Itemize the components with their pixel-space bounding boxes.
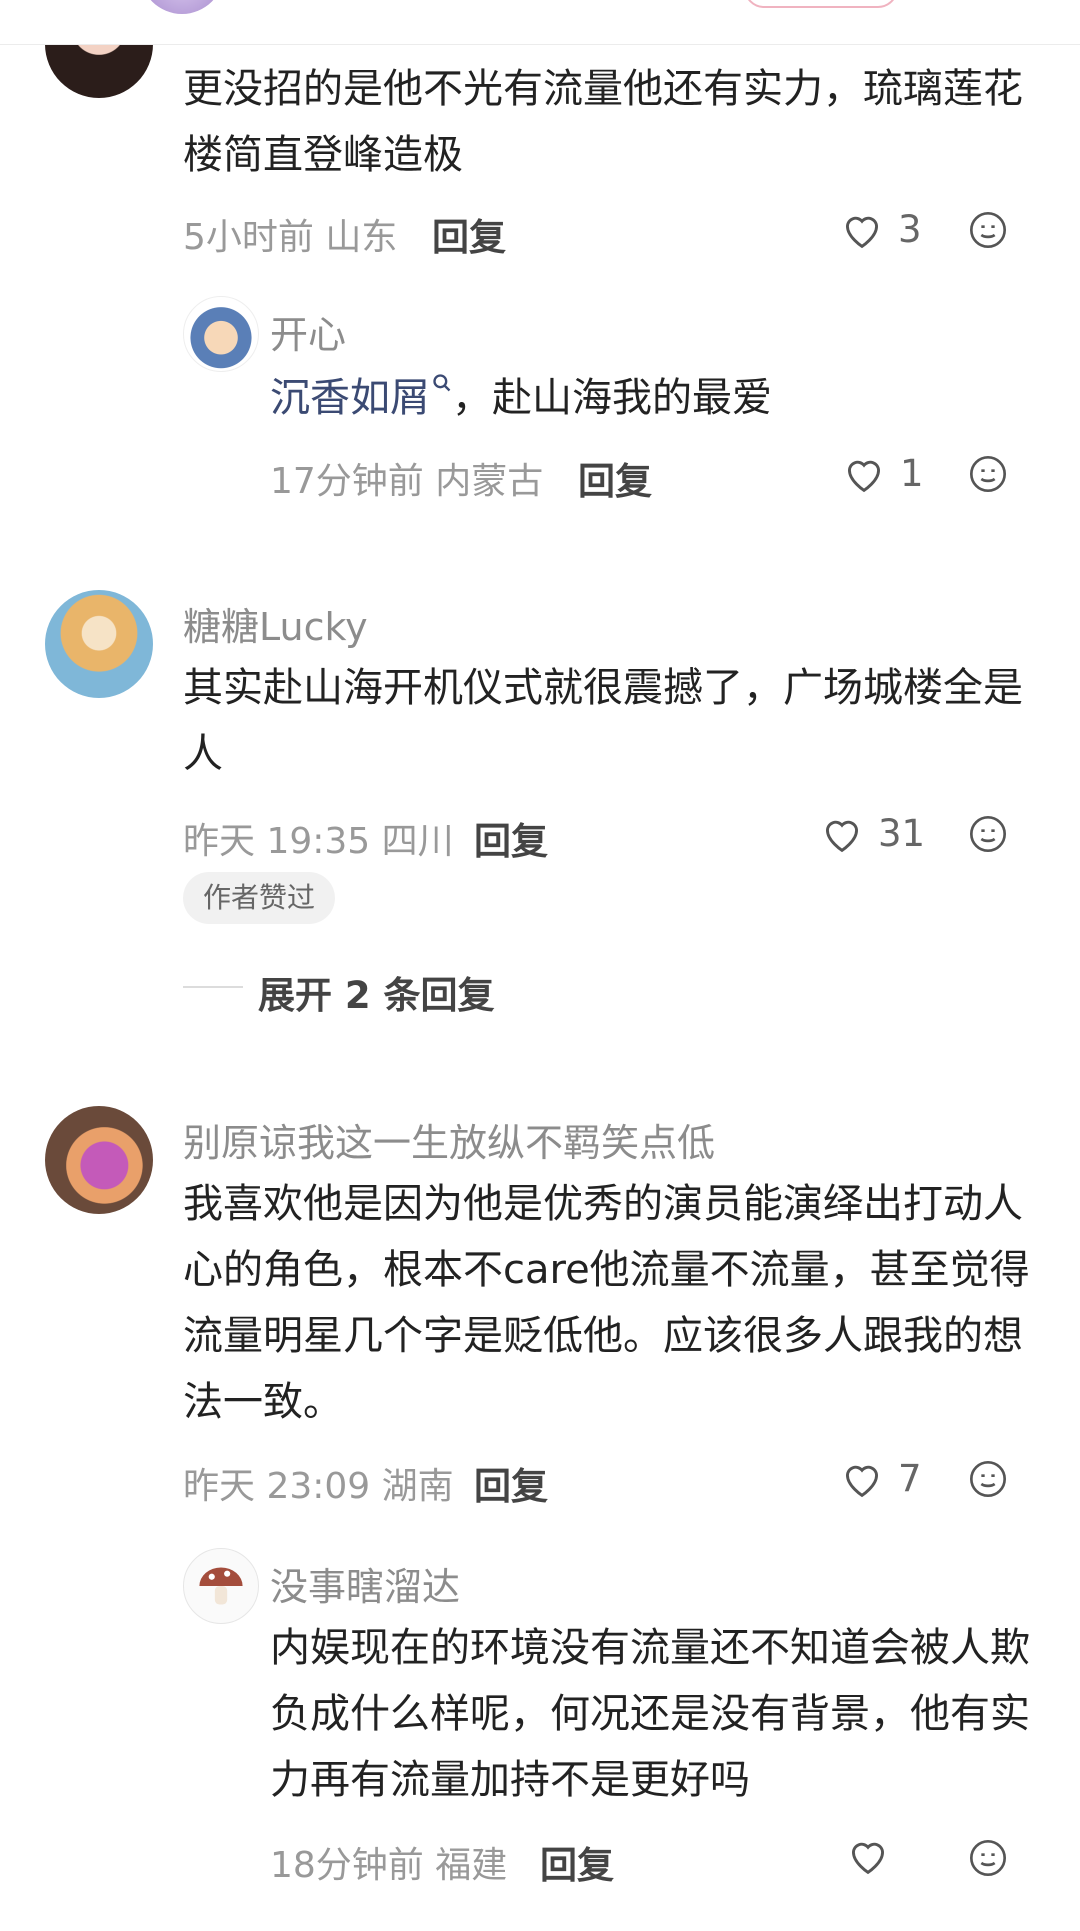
reply-button[interactable]: 回复	[432, 207, 506, 261]
like-button[interactable]: 31	[820, 812, 925, 855]
expand-divider	[183, 986, 243, 988]
heart-outline-icon	[851, 1842, 885, 1875]
mushroom-icon	[199, 1567, 243, 1605]
comment-time: 昨天 19:35 四川	[183, 821, 454, 862]
reply-avatar[interactable]	[183, 1548, 259, 1624]
like-button[interactable]: 3	[840, 208, 922, 251]
comment-author[interactable]: 别原谅我这一生放纵不羁笑点低	[183, 1112, 715, 1167]
like-button[interactable]	[846, 1836, 890, 1876]
search-icon	[433, 374, 451, 392]
reply-button[interactable]: 回复	[540, 1835, 614, 1889]
comment-text: 更没招的是他不光有流量他还有实力，琉璃莲花楼简直登峰造极	[183, 66, 1023, 178]
top-header-partial	[0, 0, 1080, 45]
expand-replies-button[interactable]: 展开 2 条回复	[258, 965, 495, 1019]
reply-time: 18分钟前 福建	[270, 1845, 508, 1886]
like-count: 7	[898, 1457, 922, 1500]
reply-text: 沉香如屑 ，赴山海我的最爱	[270, 365, 1030, 431]
smile-face-icon[interactable]	[968, 1838, 1008, 1878]
top-avatar[interactable]	[140, 0, 224, 14]
comment-text: 我喜欢他是因为他是优秀的演员能演绎出打动人心的角色，根本不care他流量不流量，…	[183, 1181, 1030, 1425]
comment-text: 其实赴山海开机仪式就很震撼了，广场城楼全是人	[183, 665, 1023, 777]
reply-time: 17分钟前 内蒙古	[270, 461, 544, 502]
reply-button[interactable]: 回复	[474, 1456, 548, 1510]
reply-button[interactable]: 回复	[578, 451, 652, 505]
smile-face-icon[interactable]	[968, 1459, 1008, 1499]
heart-outline-icon	[845, 1465, 879, 1497]
comment-avatar[interactable]	[45, 590, 153, 698]
comment-time: 5小时前 山东	[183, 217, 398, 258]
smile-face-icon[interactable]	[968, 210, 1008, 250]
like-button[interactable]: 1	[842, 452, 924, 495]
comment-author[interactable]: 糖糖Lucky	[183, 596, 368, 651]
comment-time: 昨天 23:09 湖南	[183, 1466, 454, 1507]
author-liked-badge: 作者赞过	[183, 872, 336, 924]
heart-outline-icon	[825, 820, 859, 852]
reply-text-body: ，赴山海我的最爱	[452, 375, 772, 421]
smile-face-icon[interactable]	[968, 454, 1008, 494]
comment-avatar[interactable]	[45, 1106, 153, 1214]
like-count: 1	[900, 452, 924, 495]
reply-author[interactable]: 开心	[270, 304, 346, 359]
reply-author[interactable]: 没事瞎溜达	[270, 1556, 460, 1611]
heart-outline-icon	[847, 460, 881, 492]
follow-button-partial[interactable]	[744, 0, 898, 8]
like-count: 3	[898, 208, 922, 251]
mention-link[interactable]: 沉香如屑	[270, 375, 430, 421]
reply-text: 内娱现在的环境没有流量还不知道会被人欺负成什么样呢，何况还是没有背景，他有实力再…	[270, 1625, 1030, 1803]
like-button[interactable]: 7	[840, 1457, 922, 1500]
reply-avatar[interactable]	[183, 296, 259, 372]
heart-outline-icon	[845, 216, 879, 248]
smile-face-icon[interactable]	[968, 814, 1008, 854]
like-count: 31	[878, 812, 926, 855]
reply-button[interactable]: 回复	[474, 811, 548, 865]
